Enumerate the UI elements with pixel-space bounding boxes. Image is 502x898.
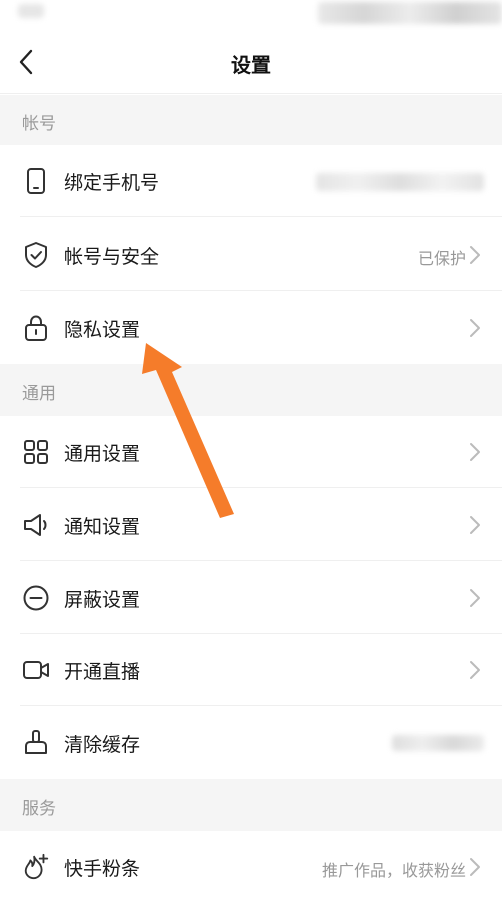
row-label: 屏蔽设置: [64, 589, 141, 611]
chevron-right-icon: [470, 661, 480, 679]
flame-plus-icon: [22, 853, 50, 881]
chevron-right-icon: [470, 443, 480, 461]
section-title: 通用: [22, 384, 56, 404]
grid-icon: [22, 438, 50, 466]
settings-row-clear-cache[interactable]: 清除缓存: [0, 707, 502, 779]
row-label: 快手粉条: [64, 858, 141, 880]
chevron-right-icon: [470, 589, 480, 607]
phone-icon: [22, 167, 50, 195]
row-label: 清除缓存: [64, 734, 141, 756]
row-label: 开通直播: [64, 661, 141, 683]
section-header-account: 帐号: [0, 95, 502, 145]
chevron-right-icon: [470, 858, 480, 876]
phone-number-redacted: [316, 173, 484, 191]
camera-icon: [22, 656, 50, 684]
chevron-right-icon: [470, 246, 480, 264]
settings-row-live[interactable]: 开通直播: [0, 634, 502, 706]
status-bar-right-blur: [318, 2, 502, 24]
settings-row-account-security[interactable]: 帐号与安全 已保护: [0, 219, 502, 291]
shield-icon: [22, 241, 50, 269]
chevron-right-icon: [470, 516, 480, 534]
settings-row-bind-phone[interactable]: 绑定手机号: [0, 145, 502, 217]
row-label: 通用设置: [64, 443, 141, 465]
lock-icon: [22, 314, 50, 342]
section-header-services: 服务: [0, 779, 502, 831]
speaker-icon: [22, 511, 50, 539]
settings-row-privacy[interactable]: 隐私设置: [0, 292, 502, 364]
cache-size-redacted: [392, 735, 484, 751]
nav-bar: 设置: [0, 30, 502, 94]
section-title: 帐号: [22, 114, 56, 134]
section-header-general: 通用: [0, 364, 502, 416]
settings-row-notifications[interactable]: 通知设置: [0, 489, 502, 561]
chevron-right-icon: [470, 319, 480, 337]
row-label: 通知设置: [64, 516, 141, 538]
row-value: 已保护: [417, 249, 466, 268]
section-title: 服务: [22, 799, 56, 819]
status-bar-left-blur: [18, 4, 44, 18]
settings-row-kuaishou-promo[interactable]: 快手粉条 推广作品，收获粉丝: [0, 831, 502, 898]
block-icon: [22, 584, 50, 612]
broom-icon: [22, 729, 50, 757]
row-value: 推广作品，收获粉丝: [321, 861, 466, 880]
page-title: 设置: [231, 53, 271, 77]
row-label: 绑定手机号: [64, 172, 160, 194]
row-label: 帐号与安全: [64, 246, 160, 268]
settings-row-general[interactable]: 通用设置: [0, 416, 502, 488]
row-label: 隐私设置: [64, 319, 141, 341]
settings-row-block[interactable]: 屏蔽设置: [0, 562, 502, 634]
status-bar: [0, 0, 502, 30]
